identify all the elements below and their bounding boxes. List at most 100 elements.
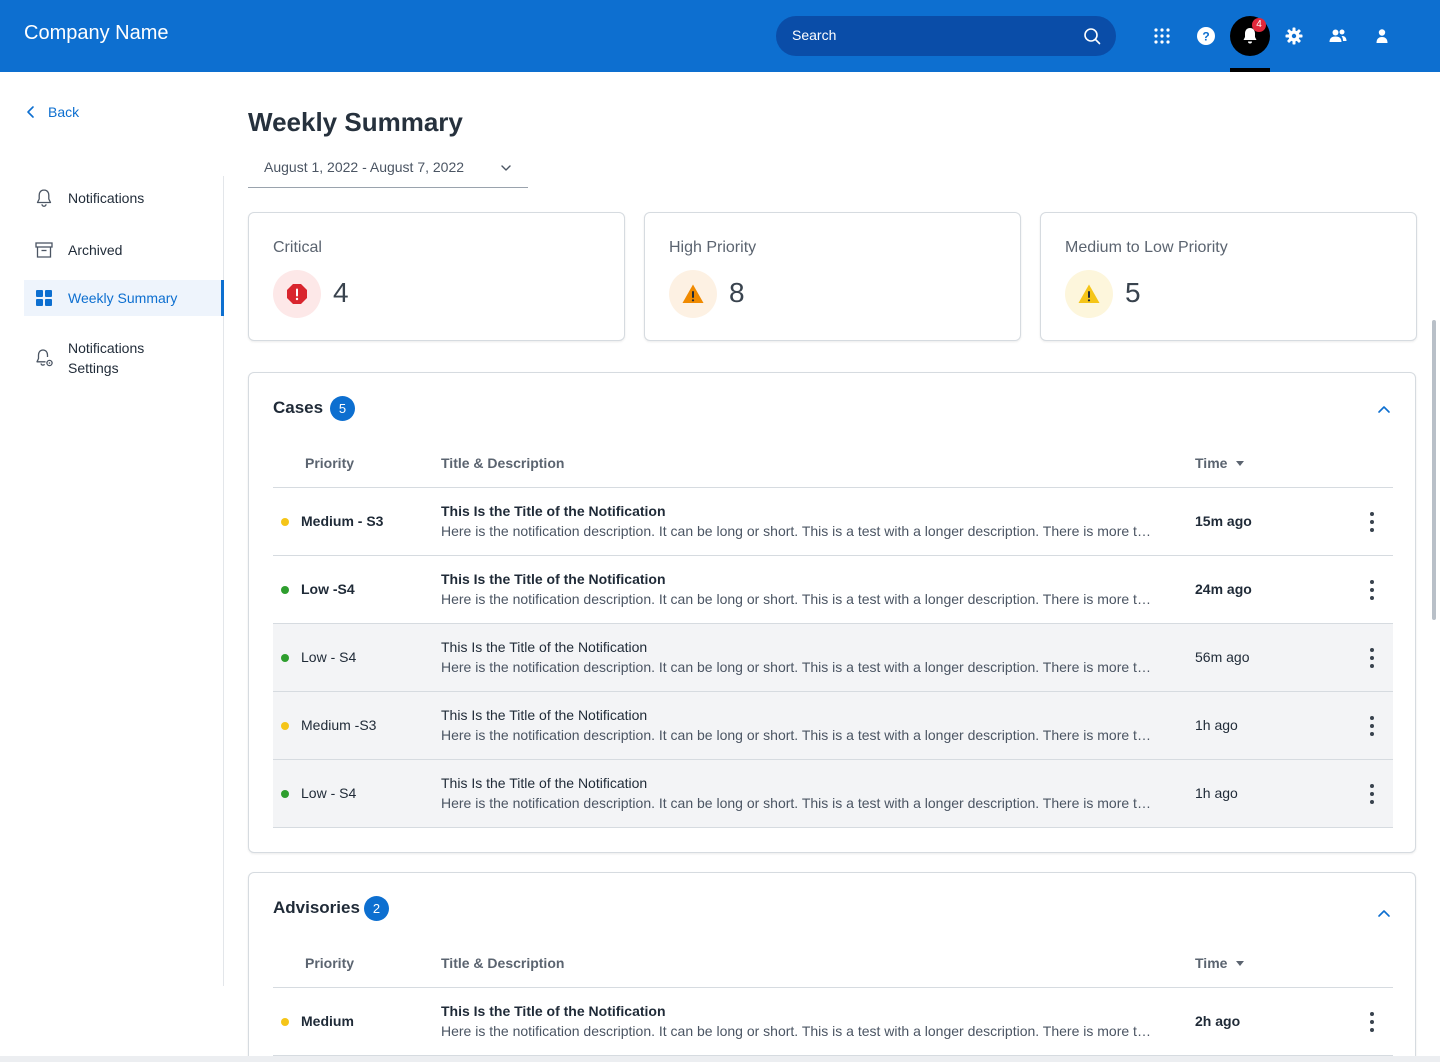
stat-label: Critical: [273, 239, 322, 256]
sidebar-item-notifications-settings[interactable]: Notifications Settings: [24, 336, 224, 380]
table-row[interactable]: Low - S4 This Is the Title of the Notifi…: [273, 624, 1393, 692]
company-name[interactable]: Company Name: [24, 22, 169, 45]
more-options-icon[interactable]: [1363, 782, 1381, 806]
sidebar-item-notifications[interactable]: Notifications: [24, 180, 224, 216]
row-title: This Is the Title of the Notification: [441, 639, 648, 655]
row-title: This Is the Title of the Notification: [441, 775, 648, 791]
more-options-icon[interactable]: [1363, 1010, 1381, 1034]
help-icon[interactable]: ?: [1186, 16, 1226, 56]
bottom-edge: [0, 1056, 1440, 1062]
notifications-bell-button[interactable]: 4: [1230, 16, 1270, 56]
table-row[interactable]: Medium This Is the Title of the Notifica…: [273, 988, 1393, 1056]
archive-icon: [24, 239, 64, 261]
sort-caret-down-icon: [1236, 961, 1245, 967]
stat-card-medium-low-priority[interactable]: Medium to Low Priority 5: [1040, 212, 1417, 341]
users-icon[interactable]: [1318, 16, 1358, 56]
sidebar-item-archived[interactable]: Archived: [24, 232, 224, 268]
column-header-priority[interactable]: Priority: [305, 955, 354, 971]
more-options-icon[interactable]: [1363, 646, 1381, 670]
row-time: 24m ago: [1195, 581, 1252, 597]
sidebar-item-label: Archived: [68, 242, 123, 258]
warning-triangle-icon: [669, 270, 717, 318]
row-time: 56m ago: [1195, 649, 1250, 665]
row-description: Here is the notification description. It…: [441, 795, 1151, 811]
table-row[interactable]: Medium - S3 This Is the Title of the Not…: [273, 488, 1393, 556]
row-priority: Low - S4: [301, 649, 357, 665]
row-time: 1h ago: [1195, 785, 1238, 801]
priority-dot: [281, 586, 289, 594]
gear-icon[interactable]: [1274, 16, 1314, 56]
section-count-badge: 5: [330, 396, 355, 421]
page-title: Weekly Summary: [248, 107, 463, 137]
row-time: 1h ago: [1195, 717, 1238, 733]
page-scrollbar[interactable]: [1432, 320, 1436, 620]
row-description: Here is the notification description. It…: [441, 591, 1151, 607]
search-placeholder: Search: [792, 27, 837, 43]
sidebar-item-weekly-summary[interactable]: Weekly Summary: [24, 280, 224, 316]
row-priority: Low - S4: [301, 785, 357, 801]
apps-grid-icon[interactable]: [1142, 16, 1182, 56]
stat-card-high-priority[interactable]: High Priority 8: [644, 212, 1021, 341]
back-link[interactable]: Back: [24, 104, 79, 120]
column-header-time-label: Time: [1195, 455, 1228, 471]
table-row[interactable]: Medium -S3 This Is the Title of the Noti…: [273, 692, 1393, 760]
stat-card-critical[interactable]: Critical 4: [248, 212, 625, 341]
more-options-icon[interactable]: [1363, 578, 1381, 602]
priority-dot: [281, 722, 289, 730]
back-label: Back: [48, 104, 80, 120]
column-header-time[interactable]: Time: [1195, 455, 1245, 471]
stat-value: 5: [1125, 277, 1141, 308]
sidebar-item-label: Notifications: [68, 190, 145, 206]
search-input[interactable]: Search: [776, 16, 1116, 56]
date-range-value: August 1, 2022 - August 7, 2022: [264, 159, 465, 175]
row-description: Here is the notification description. It…: [441, 1023, 1151, 1039]
date-range-select[interactable]: August 1, 2022 - August 7, 2022: [248, 150, 528, 188]
top-header: Company Name Search ? 4: [0, 0, 1440, 72]
chevron-left-icon: [27, 106, 34, 118]
warning-triangle-icon: [1065, 270, 1113, 318]
row-description: Here is the notification description. It…: [441, 727, 1151, 743]
priority-dot: [281, 1018, 289, 1026]
row-description: Here is the notification description. It…: [441, 523, 1151, 539]
priority-dot: [281, 654, 289, 662]
priority-dot: [281, 518, 289, 526]
chevron-down-icon: [501, 165, 511, 171]
notification-count-badge: 4: [1252, 18, 1266, 32]
stat-value: 8: [729, 277, 745, 308]
column-header-title[interactable]: Title & Description: [441, 955, 564, 971]
sidebar-item-label: Weekly Summary: [68, 290, 178, 306]
stat-label: High Priority: [669, 239, 757, 256]
row-title: This Is the Title of the Notification: [441, 707, 648, 723]
svg-text:?: ?: [1202, 30, 1209, 44]
user-icon[interactable]: [1362, 16, 1402, 56]
column-header-priority[interactable]: Priority: [305, 455, 354, 471]
row-title: This Is the Title of the Notification: [441, 503, 666, 519]
row-time: 15m ago: [1195, 513, 1252, 529]
row-priority: Medium -S3: [301, 717, 377, 733]
table-row[interactable]: Low - S4 This Is the Title of the Notifi…: [273, 760, 1393, 828]
column-header-time-label: Time: [1195, 955, 1228, 971]
chevron-up-icon[interactable]: [1377, 402, 1391, 416]
chevron-up-icon[interactable]: [1377, 906, 1391, 920]
stat-label: Medium to Low Priority: [1065, 239, 1228, 256]
stat-value: 4: [333, 277, 349, 308]
row-time: 2h ago: [1195, 1013, 1241, 1029]
bell-outline-icon: [24, 187, 64, 209]
row-priority: Low -S4: [301, 581, 355, 597]
table-row[interactable]: Low -S4 This Is the Title of the Notific…: [273, 556, 1393, 624]
sort-caret-down-icon: [1236, 461, 1245, 467]
priority-dot: [281, 790, 289, 798]
active-bell-indicator: [1230, 68, 1270, 72]
column-header-title[interactable]: Title & Description: [441, 455, 564, 471]
critical-octagon-icon: [273, 270, 321, 318]
column-header-time[interactable]: Time: [1195, 955, 1245, 971]
search-icon[interactable]: [1082, 26, 1102, 46]
row-description: Here is the notification description. It…: [441, 659, 1151, 675]
more-options-icon[interactable]: [1363, 714, 1381, 738]
advisories-section: Advisories 2 Priority Title & Descriptio…: [248, 872, 1416, 1062]
row-priority: Medium: [301, 1013, 354, 1029]
sidebar-item-label: Notifications Settings: [68, 340, 145, 376]
more-options-icon[interactable]: [1363, 510, 1381, 534]
dashboard-grid-icon: [24, 287, 64, 309]
row-title: This Is the Title of the Notification: [441, 571, 666, 587]
